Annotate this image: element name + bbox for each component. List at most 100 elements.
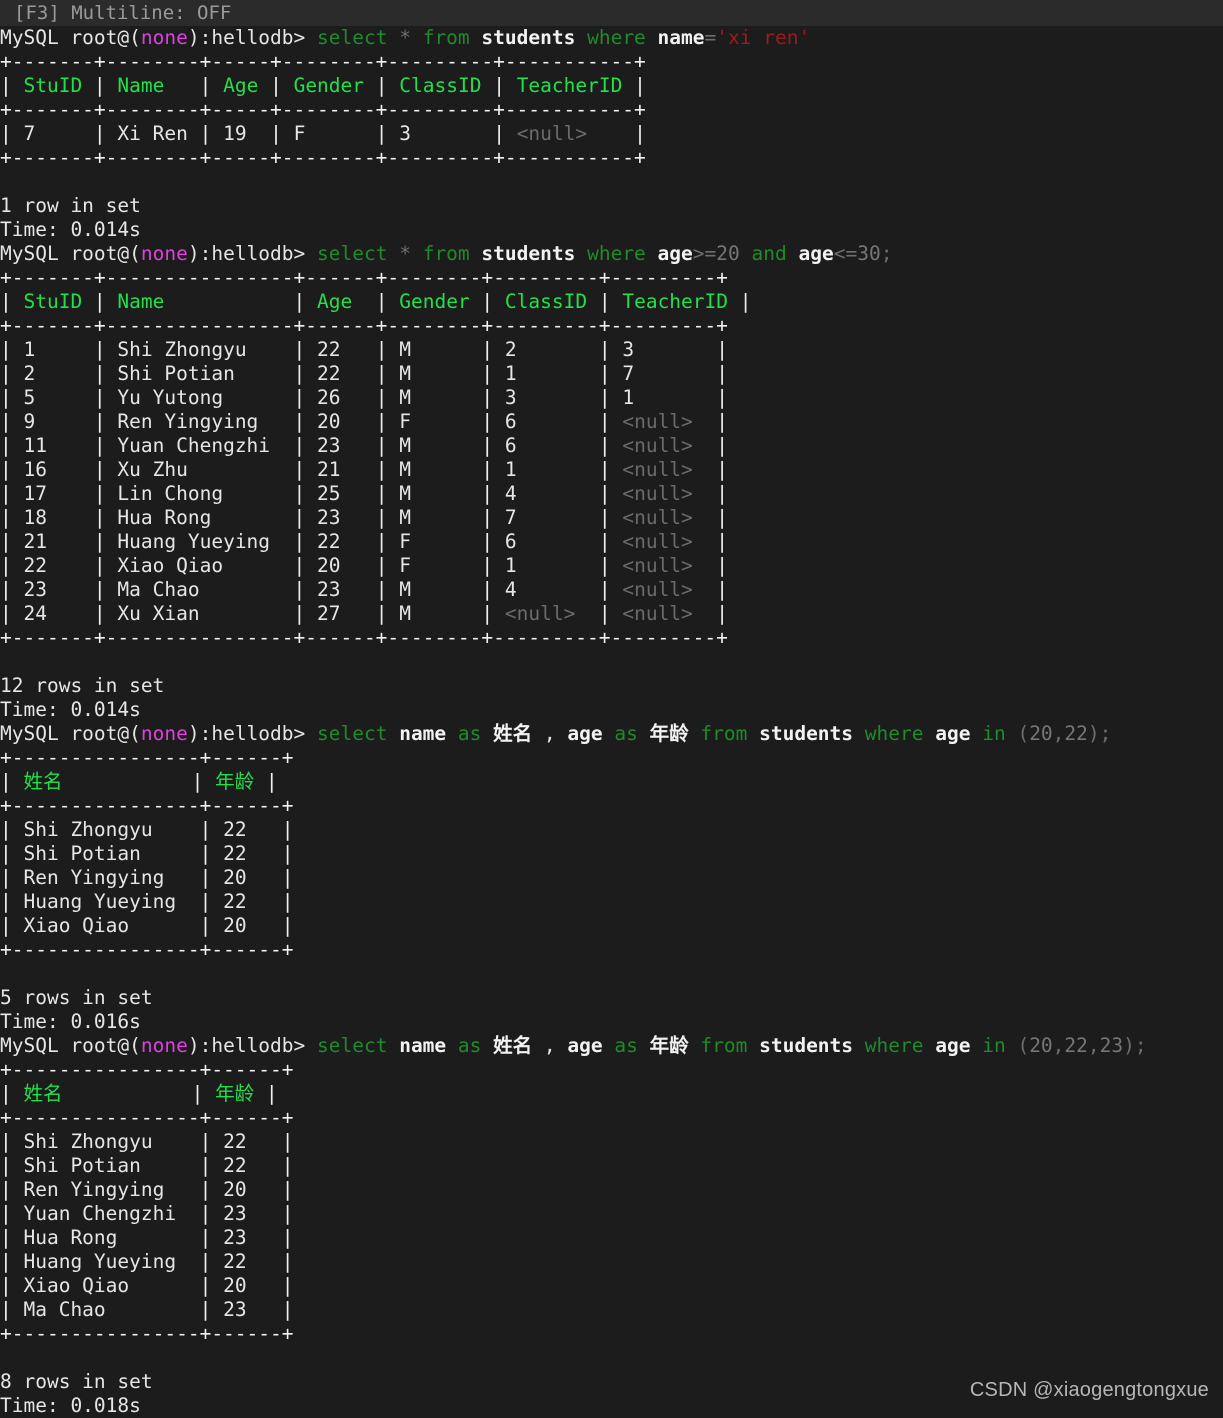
sql-token: * <box>399 242 411 265</box>
table-cell: M <box>399 602 470 625</box>
table-cell: 19 <box>223 122 259 145</box>
prompt-suffix: ):hellodb> <box>187 1034 317 1057</box>
table-cell: 7 <box>622 362 705 385</box>
table-row: | Ma Chao | 23 | <box>0 1298 1223 1322</box>
table-cell: 21 <box>23 530 83 553</box>
query-prompt-query-4[interactable]: MySQL root@(none):hellodb> select name a… <box>0 1034 1223 1058</box>
table-border: | <box>258 122 294 145</box>
table-row: | 7 | Xi Ren | 19 | F | 3 | <null> | <box>0 122 1223 146</box>
table-border: | <box>0 1202 24 1225</box>
table-cell: M <box>399 506 470 529</box>
table-cell: 3 <box>399 122 482 145</box>
table-border: | <box>587 386 623 409</box>
table-cell: 22 <box>223 890 271 913</box>
table-border: | <box>270 866 294 889</box>
query-prompt-query-3[interactable]: MySQL root@(none):hellodb> select name a… <box>0 722 1223 746</box>
table-border: | <box>270 1202 294 1225</box>
table-cell: Yu Yutong <box>117 386 282 409</box>
table-header-border: +-------+--------+-----+--------+-------… <box>0 98 1223 122</box>
table-border: | <box>364 122 400 145</box>
table-border: | <box>270 1274 294 1297</box>
table-border: | <box>704 530 729 553</box>
table-border: +----------------+------+ <box>0 1106 294 1129</box>
result-count-text: 5 rows in set <box>0 986 153 1009</box>
sql-token: select <box>317 722 388 745</box>
table-border: | <box>364 482 400 505</box>
query-prompt-query-1[interactable]: MySQL root@(none):hellodb> select * from… <box>0 26 1223 50</box>
table-cell: 16 <box>23 458 83 481</box>
table-border: | <box>364 386 400 409</box>
prompt-suffix: ):hellodb> <box>187 242 317 265</box>
table-cell: 20 <box>223 866 271 889</box>
query-prompt-query-2[interactable]: MySQL root@(none):hellodb> select * from… <box>0 242 1223 266</box>
console-output[interactable]: MySQL root@(none):hellodb> select * from… <box>0 26 1223 1418</box>
table-border: | <box>281 362 318 385</box>
table-border: | <box>0 554 24 577</box>
watermark-label: CSDN @xiaogengtongxue <box>969 1379 1209 1401</box>
table-border: | <box>622 122 646 145</box>
table-border: | <box>704 554 729 577</box>
table-border: | <box>187 1154 224 1177</box>
table-cell: 5 <box>23 386 83 409</box>
table-cell: 姓名 <box>23 1082 180 1105</box>
table-cell: Xiao Qiao <box>23 1274 188 1297</box>
table-cell: F <box>399 530 470 553</box>
table-border: | <box>0 1226 24 1249</box>
table-border: | <box>364 506 400 529</box>
table-cell: 7 <box>504 506 588 529</box>
sql-token: in <box>982 722 1006 745</box>
table-header-row: | 姓名 | 年龄 | <box>0 770 1223 794</box>
sql-token: as <box>614 722 638 745</box>
table-cell: Shi Zhongyu <box>23 1130 188 1153</box>
sql-token: = <box>704 26 717 49</box>
table-border: | <box>469 602 505 625</box>
table-row: | Ren Yingying | 20 | <box>0 1178 1223 1202</box>
table-border: | <box>587 482 623 505</box>
table-cell: Hua Rong <box>23 1226 188 1249</box>
table-cell: M <box>399 578 470 601</box>
table-row: | 23 | Ma Chao | 23 | M | 4 | <null> | <box>0 578 1223 602</box>
prompt-db-none: none <box>140 242 188 265</box>
table-cell: StuID <box>23 74 83 97</box>
table-cell: 22 <box>317 530 364 553</box>
table-cell: 1 <box>622 386 705 409</box>
table-cell: 9 <box>23 410 83 433</box>
table-border: | <box>704 578 729 601</box>
prompt-prefix: MySQL root@( <box>0 26 141 49</box>
sql-token: from <box>700 1034 748 1057</box>
table-border: | <box>587 338 623 361</box>
table-row: | 18 | Hua Rong | 23 | M | 7 | <null> | <box>0 506 1223 530</box>
sql-token: age <box>567 722 603 745</box>
result-time-text: Time: 0.014s <box>0 698 141 721</box>
table-border: | <box>0 482 24 505</box>
table-row: | Xiao Qiao | 20 | <box>0 1274 1223 1298</box>
table-border: | <box>0 1154 24 1177</box>
table-border: | <box>82 290 118 313</box>
sql-token: , <box>1087 1034 1100 1057</box>
table-cell: Shi Zhongyu <box>117 338 282 361</box>
table-border: | <box>187 842 224 865</box>
table-border: | <box>587 362 623 385</box>
table-border: | <box>82 386 118 409</box>
table-cell: 23 <box>223 1202 271 1225</box>
table-cell: ClassID <box>504 290 588 313</box>
table-cell: <null> <box>504 602 588 625</box>
table-cell: Yuan Chengzhi <box>117 434 282 457</box>
table-row: | Yuan Chengzhi | 23 | <box>0 1202 1223 1226</box>
table-border: +----------------+------+ <box>0 1322 294 1345</box>
table-border: | <box>0 1082 24 1105</box>
table-border: | <box>704 602 729 625</box>
table-border: | <box>270 1298 294 1321</box>
table-cell: Huang Yueying <box>23 890 188 913</box>
table-border: | <box>0 842 24 865</box>
table-border: | <box>364 578 400 601</box>
table-border: | <box>82 434 118 457</box>
table-border: | <box>587 602 623 625</box>
table-border: | <box>187 1226 224 1249</box>
table-cell: 26 <box>317 386 364 409</box>
table-row: | Shi Potian | 22 | <box>0 842 1223 866</box>
table-border: | <box>82 458 118 481</box>
